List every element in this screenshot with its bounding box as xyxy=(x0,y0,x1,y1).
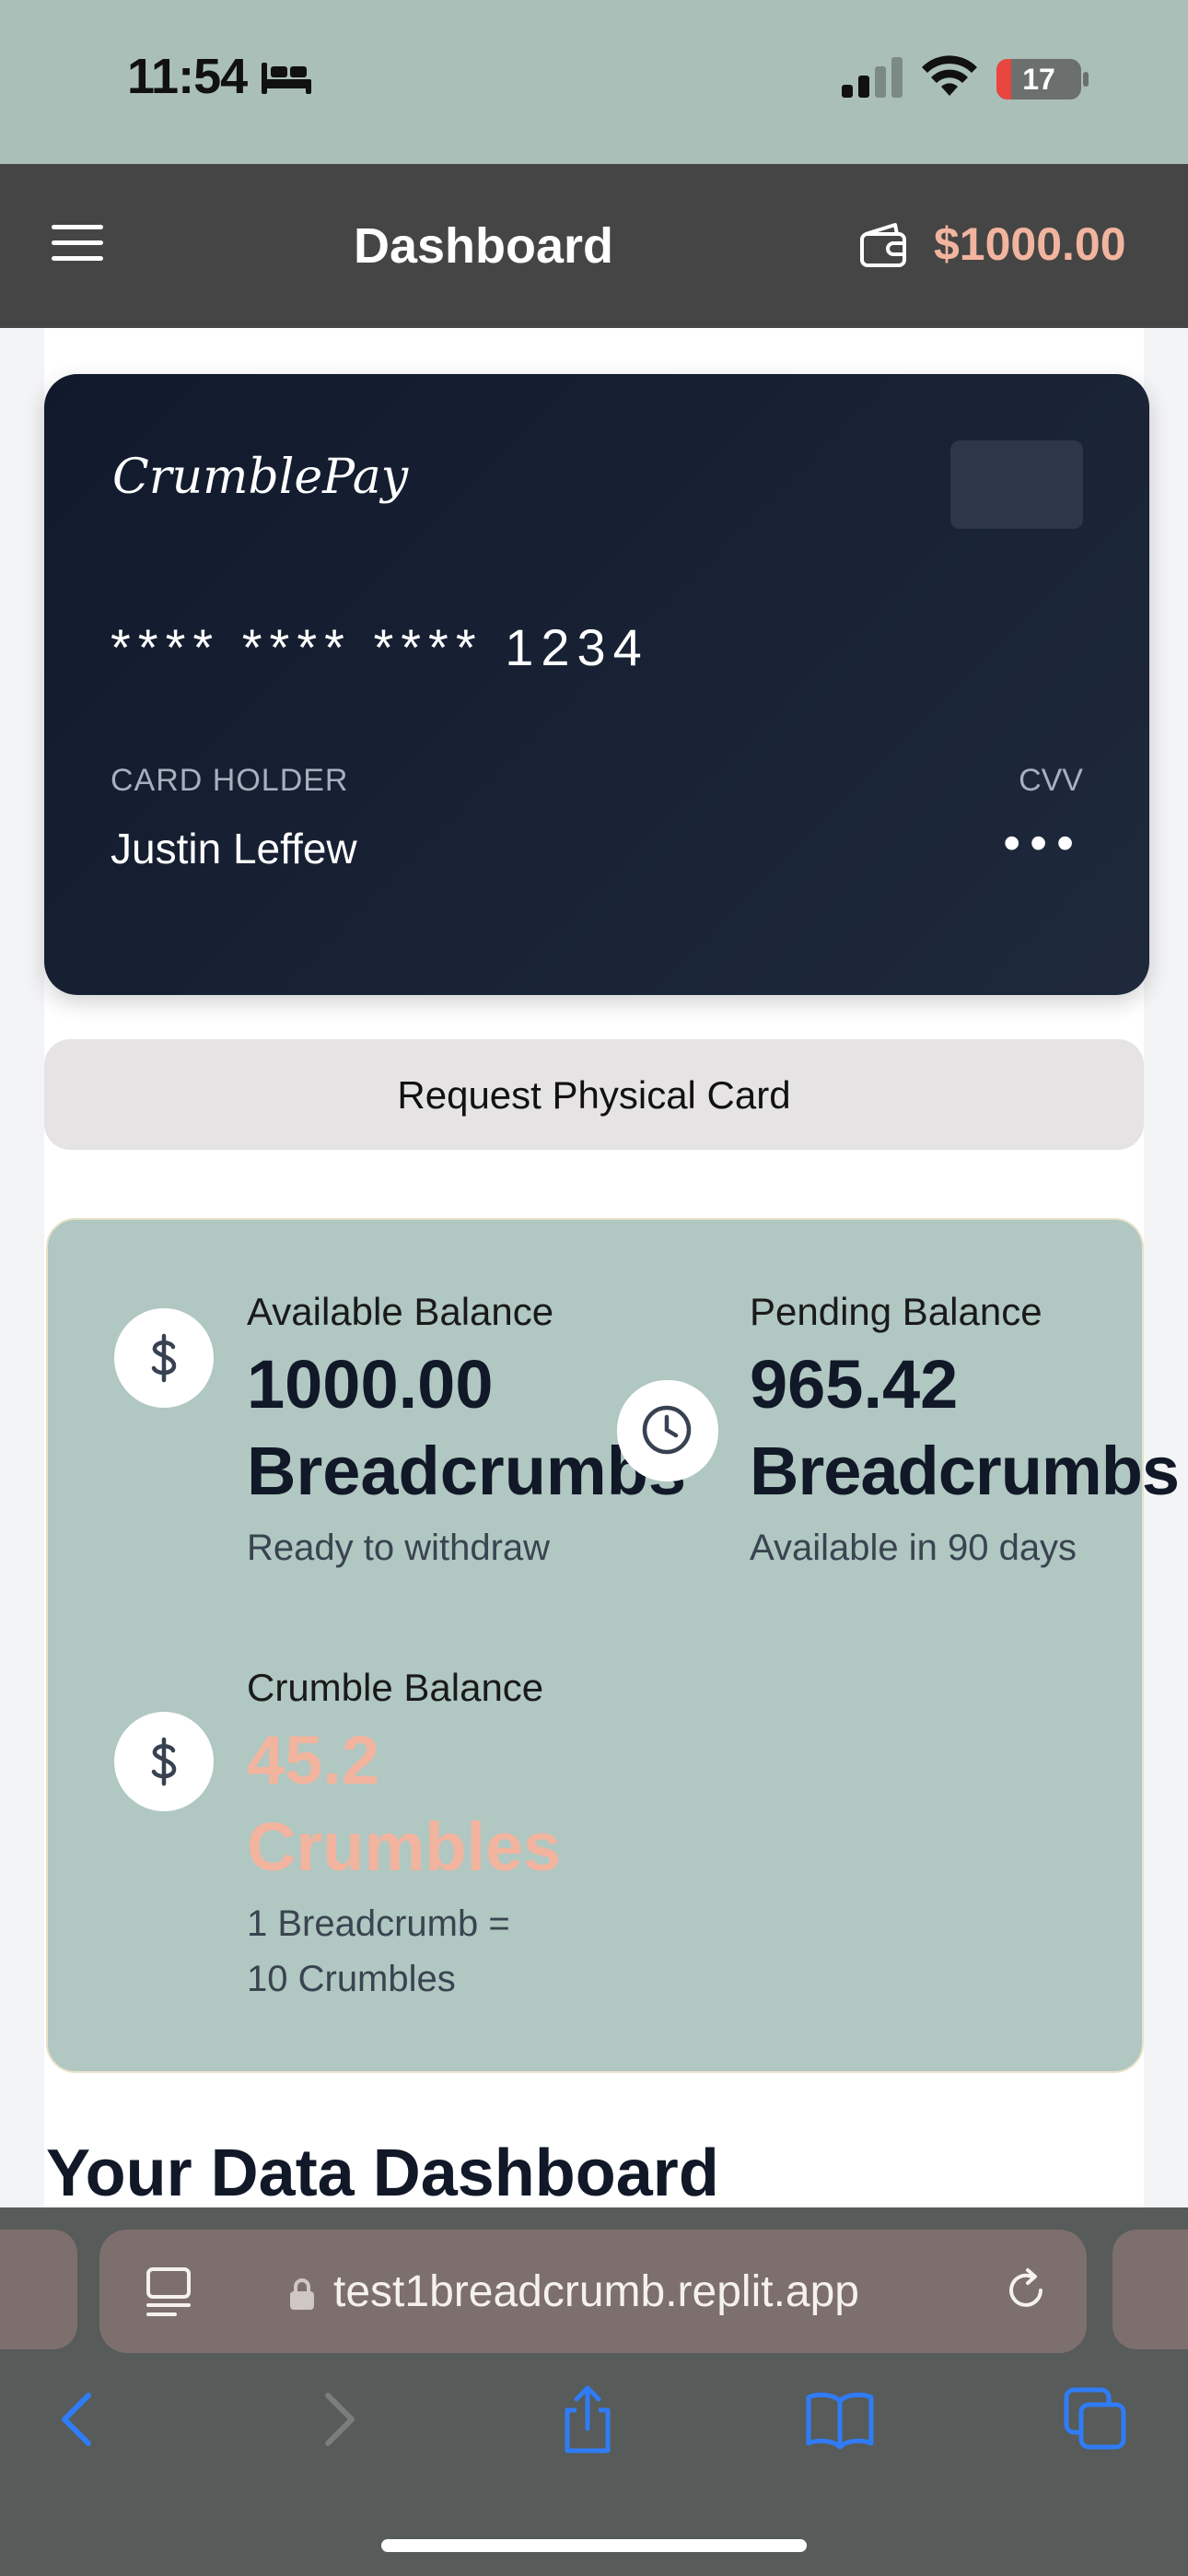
request-physical-card-label: Request Physical Card xyxy=(397,1073,791,1117)
balances-panel: Available Balance 1000.00 Breadcrumbs Re… xyxy=(46,1218,1180,2073)
crumble-balance-amount: 45.2 xyxy=(247,1722,380,1798)
pending-balance-icon-circle xyxy=(617,1380,718,1481)
share-icon[interactable] xyxy=(551,2383,624,2456)
tabs-icon[interactable] xyxy=(1059,2383,1133,2456)
pending-balance-label: Pending Balance xyxy=(750,1290,1042,1333)
wallet-icon[interactable] xyxy=(858,219,910,271)
status-bar: 11:54 17 xyxy=(0,0,1188,164)
clock-icon xyxy=(642,1405,692,1455)
card-number: **** **** **** 1234 xyxy=(111,618,649,676)
card-cvv-value: ••• xyxy=(1003,815,1083,871)
url-text: test1breadcrumb.replit.app xyxy=(333,2267,859,2316)
battery-indicator: 17 xyxy=(996,59,1081,100)
available-balance-icon-circle xyxy=(114,1308,214,1408)
data-dashboard-heading: Your Data Dashboard xyxy=(46,2137,719,2210)
bookmarks-icon[interactable] xyxy=(803,2383,877,2456)
crumble-balance-icon-circle xyxy=(114,1712,214,1811)
dollar-icon xyxy=(151,1737,177,1786)
card-cvv-label: CVV xyxy=(1019,763,1083,798)
virtual-card[interactable]: CrumblePay **** **** **** 1234 CARD HOLD… xyxy=(44,374,1149,995)
pending-balance-unit: Breadcrumbs xyxy=(750,1433,1180,1509)
reload-icon[interactable] xyxy=(1000,2265,1052,2316)
crumble-conversion-line1: 1 Breadcrumb = xyxy=(247,1903,510,1944)
card-holder-name: Justin Leffew xyxy=(111,825,357,872)
forward-icon[interactable] xyxy=(300,2383,374,2456)
card-holder-label: CARD HOLDER xyxy=(111,763,349,798)
home-indicator[interactable] xyxy=(381,2539,807,2552)
card-brand: CrumblePay xyxy=(112,450,409,505)
crumble-balance-label: Crumble Balance xyxy=(247,1666,544,1709)
page-title: Dashboard xyxy=(353,218,614,274)
battery-percent: 17 xyxy=(1022,63,1055,96)
pending-balance-amount: 965.42 xyxy=(750,1346,959,1423)
wifi-icon xyxy=(922,55,977,96)
battery-nub xyxy=(1083,72,1089,87)
bed-icon xyxy=(262,63,311,94)
address-bar[interactable]: test1breadcrumb.replit.app xyxy=(99,2230,1087,2353)
status-time: 11:54 xyxy=(127,49,248,104)
next-tab[interactable] xyxy=(1112,2230,1188,2349)
request-physical-card-button[interactable]: Request Physical Card xyxy=(44,1039,1144,1150)
browser-toolbar: test1breadcrumb.replit.app xyxy=(0,2207,1188,2576)
crumble-balance-unit: Crumbles xyxy=(247,1809,562,1885)
available-balance-amount: 1000.00 xyxy=(247,1346,494,1423)
crumble-conversion-line2: 10 Crumbles xyxy=(247,1959,456,1999)
back-icon[interactable] xyxy=(42,2383,116,2456)
available-balance-label: Available Balance xyxy=(247,1290,554,1333)
signal-icon xyxy=(842,57,903,98)
previous-tab[interactable] xyxy=(0,2230,77,2349)
dollar-icon xyxy=(151,1333,177,1383)
app-header: Dashboard $1000.00 xyxy=(0,164,1188,328)
card-chip xyxy=(950,440,1083,529)
available-balance-note: Ready to withdraw xyxy=(247,1528,551,1568)
pending-balance-note: Available in 90 days xyxy=(750,1528,1077,1568)
lock-icon xyxy=(290,2278,314,2310)
wallet-balance[interactable]: $1000.00 xyxy=(934,217,1126,271)
reader-icon[interactable] xyxy=(146,2266,192,2318)
